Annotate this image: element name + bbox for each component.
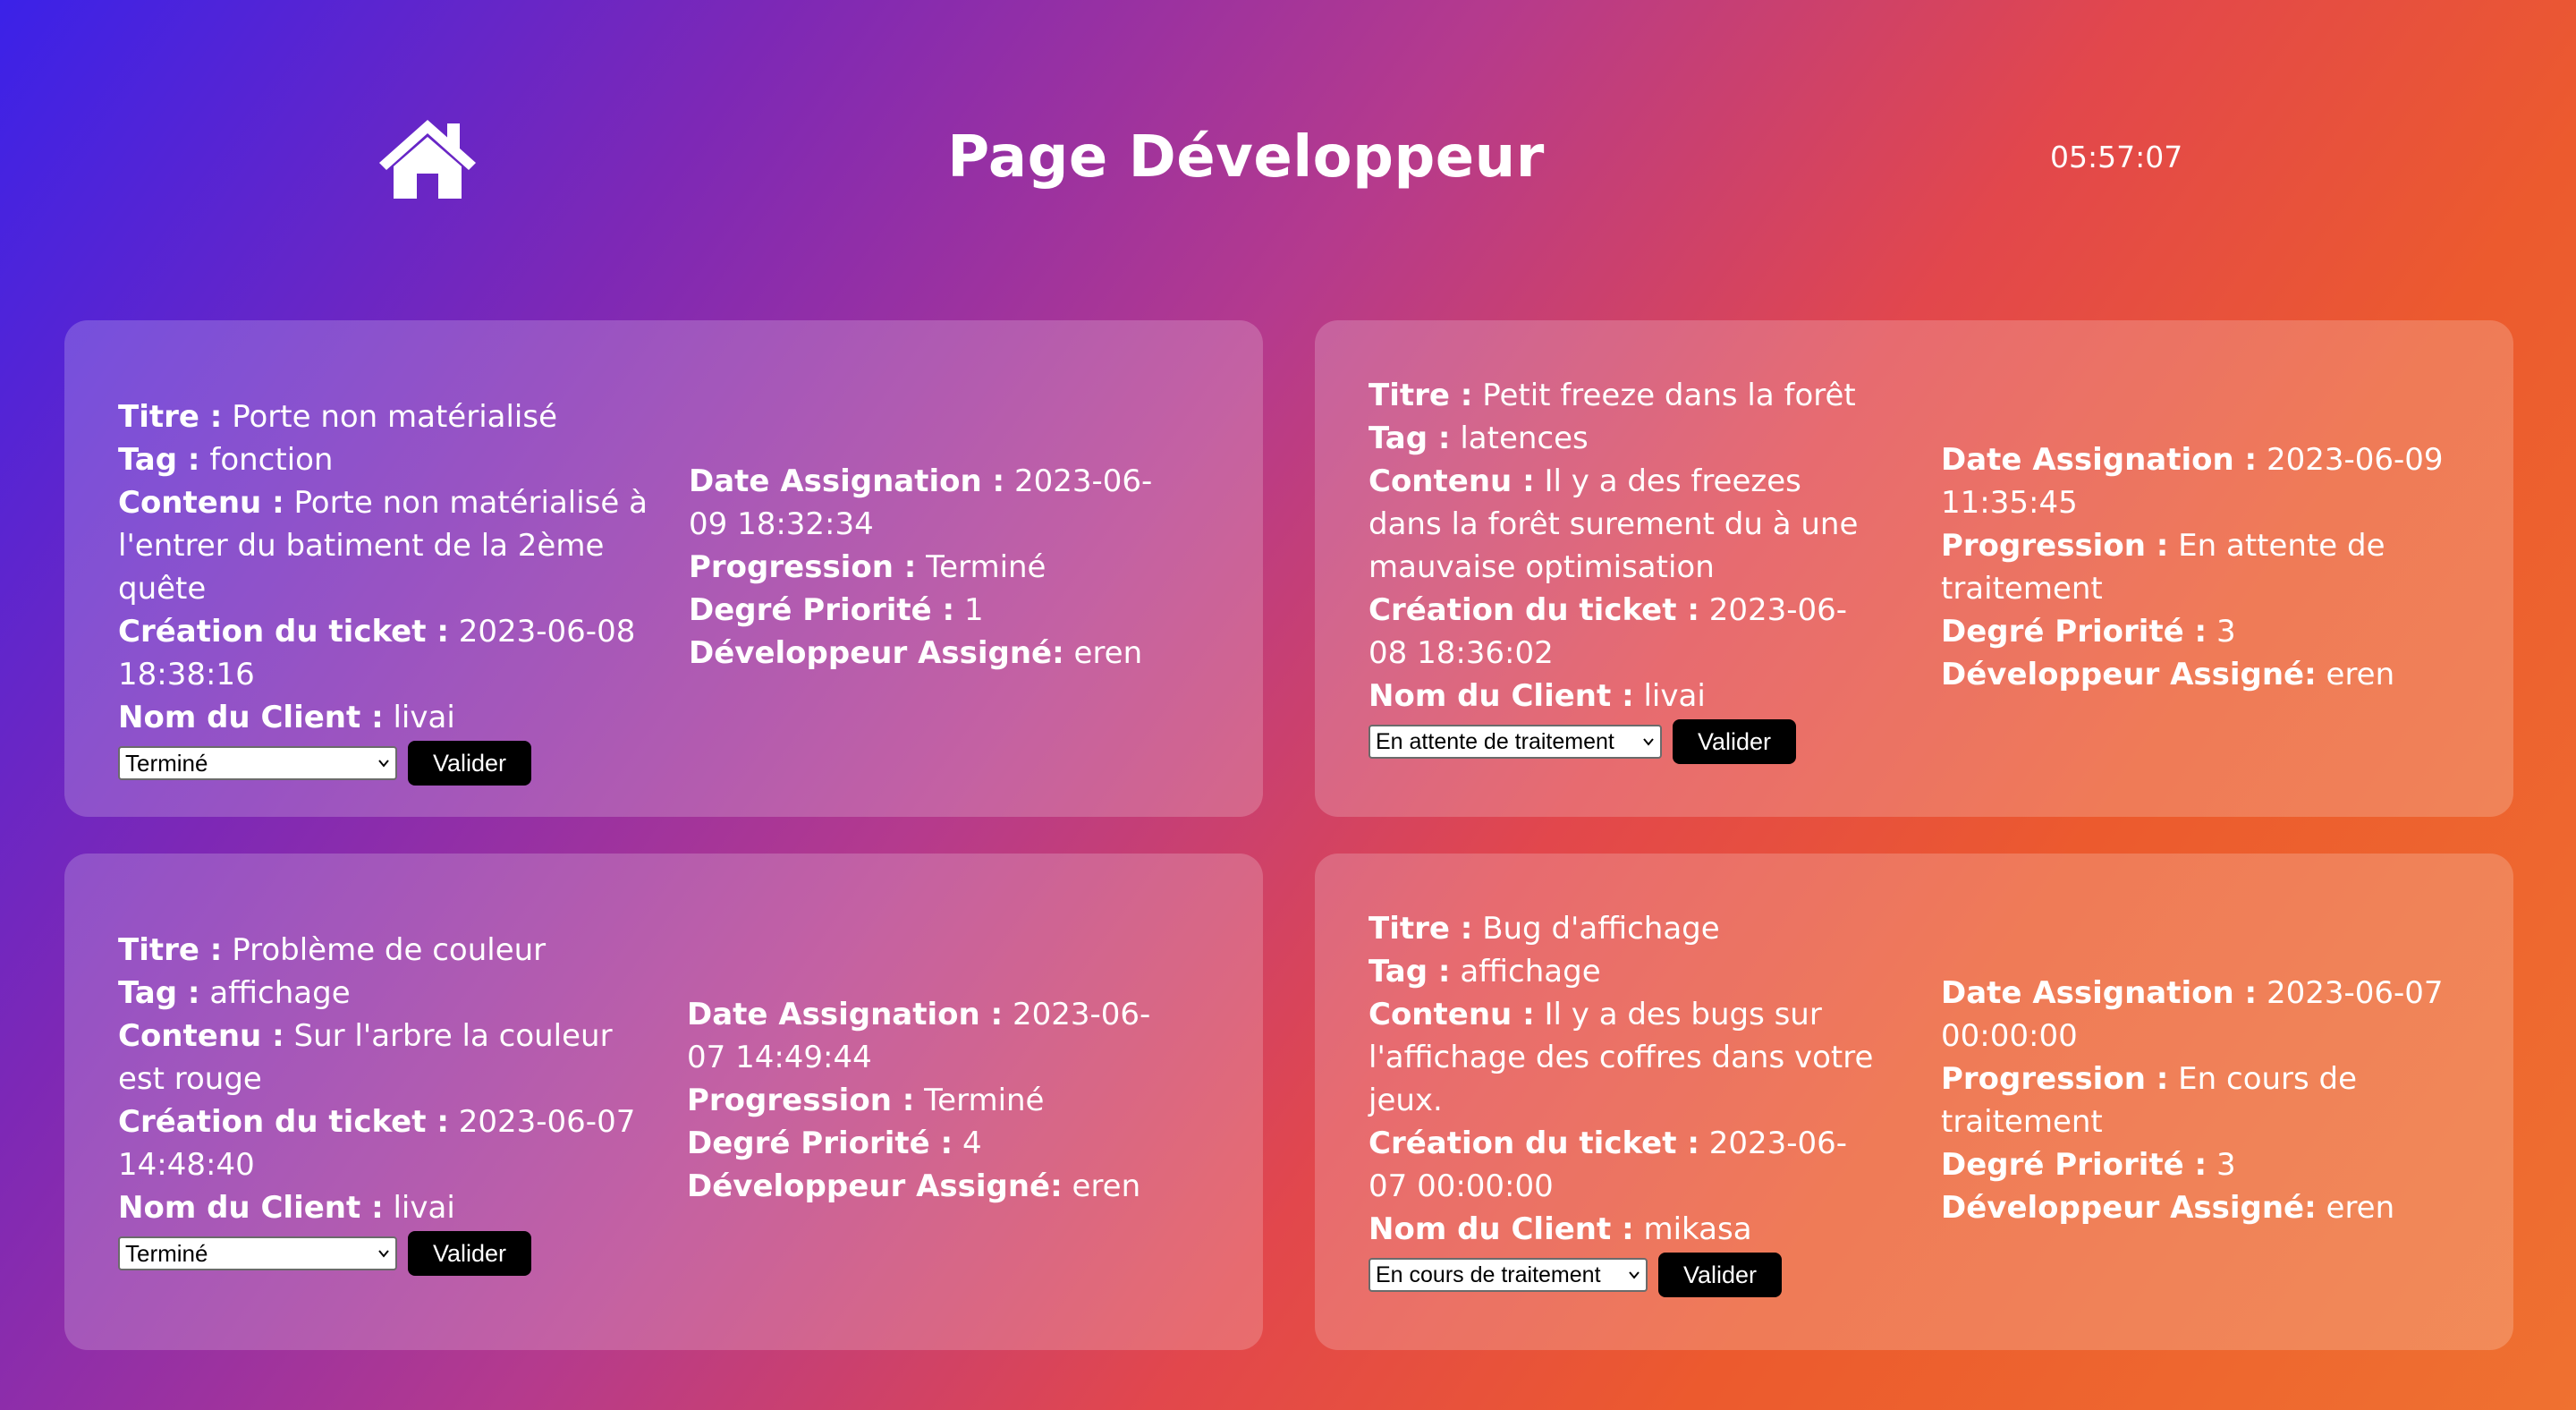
- ticket-client: Nom du Client : livai: [118, 1190, 455, 1226]
- progression: Progression : En cours de traitement: [1941, 1061, 2358, 1140]
- priority: Degré Priorité : 3: [1941, 1147, 2236, 1183]
- ticket-content: Contenu : Il y a des bugs sur l'affichag…: [1368, 997, 1874, 1118]
- priority: Degré Priorité : 4: [687, 1125, 982, 1161]
- ticket-creation: Création du ticket : 2023-06-08 18:36:02: [1368, 592, 1848, 671]
- ticket-card: Titre : Petit freeze dans la forêt Tag :…: [1315, 320, 2513, 817]
- ticket-details: Titre : Porte non matérialisé Tag : fonc…: [118, 395, 655, 786]
- ticket-details: Titre : Problème de couleur Tag : affich…: [118, 929, 637, 1276]
- ticket-creation: Création du ticket : 2023-06-08 18:38:16: [118, 614, 636, 692]
- ticket-title: Titre : Bug d'affichage: [1368, 911, 1720, 947]
- chevron-down-icon: [1643, 738, 1654, 746]
- ticket-assignment: Date Assignation : 2023-06-09 18:32:34 P…: [689, 460, 1190, 675]
- assignment-date: Date Assignation : 2023-06-09 11:35:45: [1941, 442, 2444, 521]
- assigned-developer: Développeur Assigné: eren: [689, 635, 1143, 671]
- ticket-client: Nom du Client : mikasa: [1368, 1211, 1752, 1247]
- chevron-down-icon: [378, 760, 389, 768]
- status-select[interactable]: Terminé: [118, 746, 397, 780]
- ticket-client: Nom du Client : livai: [1368, 678, 1706, 714]
- progression: Progression : Terminé: [687, 1083, 1045, 1118]
- clock: 05:57:07: [2050, 140, 2183, 174]
- ticket-title: Titre : Problème de couleur: [118, 932, 547, 968]
- progression: Progression : Terminé: [689, 549, 1046, 585]
- ticket-details: Titre : Petit freeze dans la forêt Tag :…: [1368, 374, 1878, 764]
- ticket-client: Nom du Client : livai: [118, 700, 455, 735]
- ticket-content: Contenu : Porte non matérialisé à l'entr…: [118, 485, 648, 607]
- ticket-content: Contenu : Il y a des freezes dans la for…: [1368, 463, 1859, 585]
- assigned-developer: Développeur Assigné: eren: [1941, 1190, 2395, 1226]
- ticket-content: Contenu : Sur l'arbre la couleur est rou…: [118, 1018, 613, 1097]
- ticket-assignment: Date Assignation : 2023-06-07 14:49:44 P…: [687, 993, 1188, 1208]
- ticket-tag: Tag : fonction: [118, 442, 334, 478]
- ticket-tag: Tag : latences: [1368, 420, 1589, 456]
- validate-button[interactable]: Valider: [408, 741, 532, 786]
- ticket-card: Titre : Porte non matérialisé Tag : fonc…: [64, 320, 1263, 817]
- ticket-tag: Tag : affichage: [118, 975, 351, 1011]
- status-select[interactable]: En cours de traitement: [1368, 1258, 1648, 1292]
- status-select[interactable]: Terminé: [118, 1236, 397, 1270]
- progression: Progression : En attente de traitement: [1941, 528, 2385, 607]
- priority: Degré Priorité : 3: [1941, 614, 2236, 650]
- ticket-title: Titre : Petit freeze dans la forêt: [1368, 378, 1856, 413]
- ticket-card: Titre : Bug d'affichage Tag : affichage …: [1315, 854, 2513, 1350]
- validate-button[interactable]: Valider: [1673, 719, 1797, 764]
- assigned-developer: Développeur Assigné: eren: [687, 1168, 1141, 1204]
- priority: Degré Priorité : 1: [689, 592, 984, 628]
- assignment-date: Date Assignation : 2023-06-07 14:49:44: [687, 997, 1151, 1075]
- ticket-tag: Tag : affichage: [1368, 954, 1601, 990]
- assignment-date: Date Assignation : 2023-06-07 00:00:00: [1941, 975, 2444, 1054]
- assigned-developer: Développeur Assigné: eren: [1941, 657, 2395, 692]
- validate-button[interactable]: Valider: [408, 1231, 532, 1276]
- ticket-card: Titre : Problème de couleur Tag : affich…: [64, 854, 1263, 1350]
- ticket-assignment: Date Assignation : 2023-06-07 00:00:00 P…: [1941, 972, 2478, 1229]
- ticket-creation: Création du ticket : 2023-06-07 00:00:00: [1368, 1125, 1848, 1204]
- status-select[interactable]: En attente de traitement: [1368, 725, 1662, 759]
- assignment-date: Date Assignation : 2023-06-09 18:32:34: [689, 463, 1153, 542]
- ticket-assignment: Date Assignation : 2023-06-09 11:35:45 P…: [1941, 438, 2469, 696]
- ticket-title: Titre : Porte non matérialisé: [118, 399, 558, 435]
- chevron-down-icon: [378, 1250, 389, 1258]
- ticket-creation: Création du ticket : 2023-06-07 14:48:40: [118, 1104, 636, 1183]
- validate-button[interactable]: Valider: [1658, 1253, 1783, 1297]
- ticket-details: Titre : Bug d'affichage Tag : affichage …: [1368, 907, 1878, 1297]
- chevron-down-icon: [1629, 1271, 1640, 1279]
